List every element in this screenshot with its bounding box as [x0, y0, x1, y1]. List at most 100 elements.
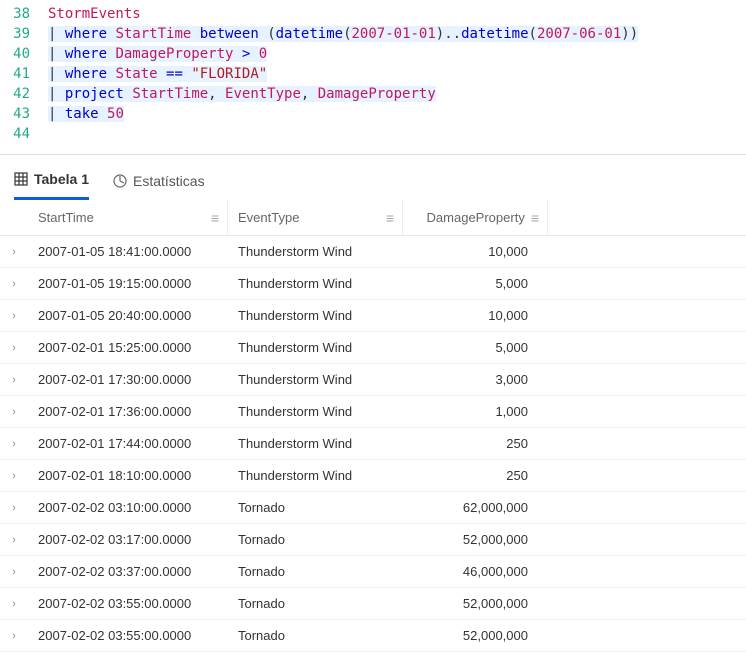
table-icon	[14, 172, 28, 186]
cell-eventtype: Thunderstorm Wind	[228, 468, 403, 483]
expand-row-icon[interactable]: ›	[0, 374, 28, 386]
expand-row-icon[interactable]: ›	[0, 278, 28, 290]
results-grid: StartTime ≡ EventType ≡ DamageProperty ≡…	[0, 200, 746, 652]
code-line[interactable]: 38StormEvents	[0, 4, 746, 24]
column-header-label: StartTime	[38, 210, 94, 225]
cell-eventtype: Thunderstorm Wind	[228, 244, 403, 259]
expand-row-icon[interactable]: ›	[0, 630, 28, 642]
code-line[interactable]: 43| take 50	[0, 104, 746, 124]
cell-eventtype: Thunderstorm Wind	[228, 276, 403, 291]
column-header-damage[interactable]: DamageProperty ≡	[403, 200, 548, 235]
table-row[interactable]: ›2007-02-02 03:37:00.0000Tornado46,000,0…	[0, 556, 746, 588]
cell-damage: 46,000,000	[403, 564, 548, 579]
table-row[interactable]: ›2007-02-01 17:30:00.0000Thunderstorm Wi…	[0, 364, 746, 396]
code-content[interactable]: | project StartTime, EventType, DamagePr…	[48, 84, 746, 104]
tab-stats-label: Estatísticas	[133, 173, 205, 189]
cell-eventtype: Tornado	[228, 628, 403, 643]
cell-damage: 1,000	[403, 404, 548, 419]
table-row[interactable]: ›2007-02-01 17:36:00.0000Thunderstorm Wi…	[0, 396, 746, 428]
cell-starttime: 2007-02-01 17:36:00.0000	[28, 404, 228, 419]
code-content[interactable]: StormEvents	[48, 4, 746, 24]
code-content[interactable]	[48, 124, 746, 144]
cell-starttime: 2007-02-01 18:10:00.0000	[28, 468, 228, 483]
cell-eventtype: Thunderstorm Wind	[228, 340, 403, 355]
cell-eventtype: Thunderstorm Wind	[228, 404, 403, 419]
column-header-label: DamageProperty	[427, 210, 525, 225]
table-row[interactable]: ›2007-02-02 03:55:00.0000Tornado52,000,0…	[0, 588, 746, 620]
expand-row-icon[interactable]: ›	[0, 438, 28, 450]
code-content[interactable]: | where StartTime between (datetime(2007…	[48, 24, 746, 44]
tab-table-label: Tabela 1	[34, 171, 89, 187]
cell-eventtype: Tornado	[228, 500, 403, 515]
code-editor[interactable]: 38StormEvents39| where StartTime between…	[0, 0, 746, 155]
table-row[interactable]: ›2007-02-01 17:44:00.0000Thunderstorm Wi…	[0, 428, 746, 460]
expand-column-spacer	[0, 200, 28, 235]
code-line[interactable]: 41| where State == "FLORIDA"	[0, 64, 746, 84]
column-menu-icon[interactable]: ≡	[211, 211, 219, 225]
table-row[interactable]: ›2007-02-02 03:55:00.0000Tornado52,000,0…	[0, 620, 746, 652]
table-row[interactable]: ›2007-01-05 20:40:00.0000Thunderstorm Wi…	[0, 300, 746, 332]
cell-damage: 52,000,000	[403, 532, 548, 547]
column-menu-icon[interactable]: ≡	[386, 211, 394, 225]
cell-damage: 62,000,000	[403, 500, 548, 515]
table-row[interactable]: ›2007-02-01 18:10:00.0000Thunderstorm Wi…	[0, 460, 746, 492]
stats-icon	[113, 174, 127, 188]
cell-eventtype: Tornado	[228, 596, 403, 611]
grid-header-row: StartTime ≡ EventType ≡ DamageProperty ≡	[0, 200, 746, 236]
table-row[interactable]: ›2007-01-05 18:41:00.0000Thunderstorm Wi…	[0, 236, 746, 268]
line-number: 43	[0, 104, 48, 124]
expand-row-icon[interactable]: ›	[0, 246, 28, 258]
line-number: 39	[0, 24, 48, 44]
cell-damage: 10,000	[403, 308, 548, 323]
expand-row-icon[interactable]: ›	[0, 598, 28, 610]
cell-starttime: 2007-02-02 03:37:00.0000	[28, 564, 228, 579]
cell-starttime: 2007-02-01 15:25:00.0000	[28, 340, 228, 355]
cell-starttime: 2007-02-01 17:30:00.0000	[28, 372, 228, 387]
result-tabs: Tabela 1 Estatísticas	[0, 155, 746, 200]
expand-row-icon[interactable]: ›	[0, 502, 28, 514]
column-header-starttime[interactable]: StartTime ≡	[28, 200, 228, 235]
expand-row-icon[interactable]: ›	[0, 566, 28, 578]
expand-row-icon[interactable]: ›	[0, 406, 28, 418]
tab-stats[interactable]: Estatísticas	[113, 173, 205, 199]
cell-eventtype: Thunderstorm Wind	[228, 308, 403, 323]
cell-damage: 5,000	[403, 340, 548, 355]
column-header-eventtype[interactable]: EventType ≡	[228, 200, 403, 235]
code-line[interactable]: 42| project StartTime, EventType, Damage…	[0, 84, 746, 104]
expand-row-icon[interactable]: ›	[0, 310, 28, 322]
cell-damage: 250	[403, 468, 548, 483]
cell-damage: 3,000	[403, 372, 548, 387]
code-content[interactable]: | where State == "FLORIDA"	[48, 64, 746, 84]
code-line[interactable]: 44	[0, 124, 746, 144]
cell-eventtype: Tornado	[228, 532, 403, 547]
cell-eventtype: Thunderstorm Wind	[228, 372, 403, 387]
cell-starttime: 2007-01-05 19:15:00.0000	[28, 276, 228, 291]
line-number: 38	[0, 4, 48, 24]
code-content[interactable]: | where DamageProperty > 0	[48, 44, 746, 64]
column-menu-icon[interactable]: ≡	[531, 211, 539, 225]
expand-row-icon[interactable]: ›	[0, 342, 28, 354]
cell-starttime: 2007-02-02 03:55:00.0000	[28, 596, 228, 611]
code-content[interactable]: | take 50	[48, 104, 746, 124]
tab-table[interactable]: Tabela 1	[14, 171, 89, 200]
column-header-label: EventType	[238, 210, 299, 225]
cell-starttime: 2007-02-01 17:44:00.0000	[28, 436, 228, 451]
cell-damage: 52,000,000	[403, 628, 548, 643]
line-number: 44	[0, 124, 48, 144]
code-line[interactable]: 39| where StartTime between (datetime(20…	[0, 24, 746, 44]
cell-starttime: 2007-02-02 03:10:00.0000	[28, 500, 228, 515]
code-line[interactable]: 40| where DamageProperty > 0	[0, 44, 746, 64]
line-number: 40	[0, 44, 48, 64]
expand-row-icon[interactable]: ›	[0, 534, 28, 546]
cell-damage: 250	[403, 436, 548, 451]
line-number: 41	[0, 64, 48, 84]
table-row[interactable]: ›2007-02-01 15:25:00.0000Thunderstorm Wi…	[0, 332, 746, 364]
cell-starttime: 2007-01-05 18:41:00.0000	[28, 244, 228, 259]
table-row[interactable]: ›2007-02-02 03:10:00.0000Tornado62,000,0…	[0, 492, 746, 524]
table-row[interactable]: ›2007-01-05 19:15:00.0000Thunderstorm Wi…	[0, 268, 746, 300]
cell-eventtype: Tornado	[228, 564, 403, 579]
expand-row-icon[interactable]: ›	[0, 470, 28, 482]
grid-body: ›2007-01-05 18:41:00.0000Thunderstorm Wi…	[0, 236, 746, 652]
table-row[interactable]: ›2007-02-02 03:17:00.0000Tornado52,000,0…	[0, 524, 746, 556]
cell-starttime: 2007-02-02 03:55:00.0000	[28, 628, 228, 643]
